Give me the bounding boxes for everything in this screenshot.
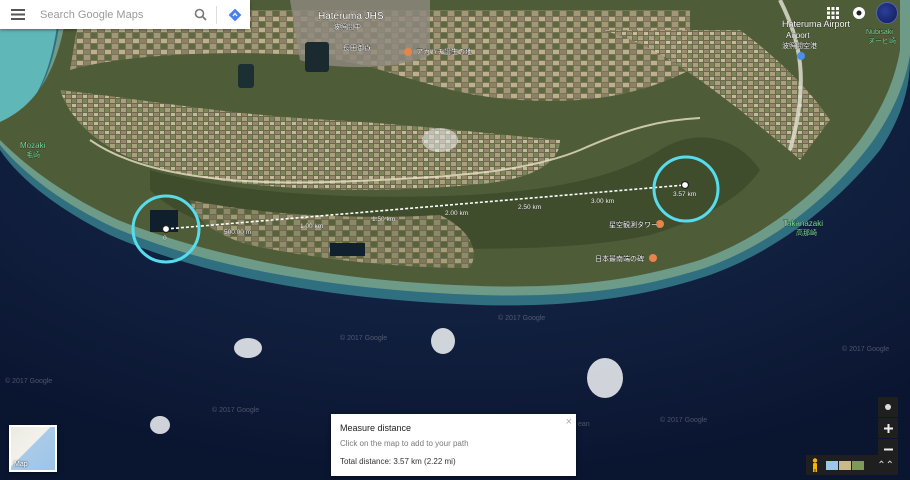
distance-marker-end: 3.57 km [673, 191, 696, 198]
directions-icon [228, 8, 242, 21]
measure-start-point[interactable] [161, 224, 171, 234]
account-controls [824, 0, 910, 26]
label-takanazaki-jp: 高那崎 [796, 228, 817, 237]
watermark-2: © 2017 Google [340, 334, 387, 342]
bottom-controls: ⌃⌃ [806, 455, 898, 475]
label-hateruma-jhs: Hateruma JHS [318, 11, 384, 22]
label-observatory: 星空観測タワー [609, 220, 658, 229]
search-input[interactable] [36, 0, 187, 29]
distance-marker-2km: 2.00 km [445, 210, 468, 217]
measure-total-distance: Total distance: 3.57 km (2.22 mi) [340, 457, 456, 466]
label-nubisaki: Nubisaki [866, 29, 893, 36]
map-layer-label: Map [14, 461, 28, 468]
label-airport-jp: 波照間空港 [782, 41, 817, 50]
distance-marker-0: 0 [163, 235, 167, 242]
pin-akahachi-icon[interactable] [404, 48, 412, 56]
distance-marker-3km: 3.00 km [591, 198, 614, 205]
label-takanazaki: Takanazaki [783, 219, 823, 228]
measure-hint: Click on the map to add to your path [340, 439, 469, 448]
cloud-2 [431, 328, 455, 354]
pegman-icon[interactable] [810, 458, 820, 472]
search-divider [216, 5, 217, 24]
watermark-7: ean [578, 421, 590, 428]
imagery-thumbnails[interactable] [826, 460, 864, 470]
pond-2 [305, 42, 329, 72]
zoom-controls [878, 397, 898, 460]
imagery-thumb-1[interactable] [826, 460, 838, 470]
cloud-1 [234, 338, 262, 358]
watermark-6: © 2017 Google [842, 345, 889, 353]
close-icon[interactable]: × [566, 416, 572, 428]
label-mozaki-jp: 毛崎 [26, 150, 40, 159]
map-layer-toggle[interactable]: Map [9, 425, 57, 472]
minus-icon [883, 448, 893, 450]
search-icon [194, 8, 207, 21]
measure-title: Measure distance [340, 423, 412, 433]
watermark-5: © 2017 Google [660, 416, 707, 424]
avatar[interactable] [876, 2, 898, 24]
pin-southernmost-icon[interactable] [649, 254, 657, 262]
expand-icon[interactable]: ⌃⌃ [877, 460, 894, 471]
pond-1 [238, 64, 254, 88]
cloud-4 [150, 416, 170, 434]
label-mozaki: Mozaki [20, 141, 46, 150]
hamburger-icon [11, 9, 25, 20]
watermark-4: © 2017 Google [212, 406, 259, 414]
watermark-1: © 2017 Google [498, 314, 545, 322]
imagery-thumb-3[interactable] [852, 460, 864, 470]
compass-icon [885, 404, 891, 410]
label-nubisaki-jp: ヌービ崎 [868, 36, 896, 45]
label-southernmost: 日本最南端の碑 [595, 254, 644, 263]
apps-button[interactable] [824, 4, 842, 22]
compass-button[interactable] [878, 397, 898, 417]
distance-marker-500m: 500.00 m [224, 229, 251, 236]
plus-icon [883, 423, 893, 433]
measure-end-point[interactable] [680, 180, 690, 190]
label-nagata: 長田御嶽 [343, 43, 371, 52]
notifications-button[interactable] [850, 4, 868, 22]
notifications-icon [853, 7, 865, 19]
distance-marker-2-5km: 2.50 km [518, 204, 541, 211]
menu-button[interactable] [0, 0, 36, 29]
label-hateruma-jhs-jp: 波照間中 [333, 22, 361, 31]
cloud-3 [587, 358, 623, 398]
measure-distance-card: × Measure distance Click on the map to a… [331, 414, 576, 476]
pond-4 [330, 243, 365, 256]
pin-airport-icon[interactable] [797, 52, 805, 60]
search-box [0, 0, 250, 29]
distance-marker-1-5km: 1.50 km [372, 216, 395, 223]
directions-button[interactable] [220, 0, 250, 29]
label-airport-name: Airport [786, 31, 810, 40]
imagery-thumb-2[interactable] [839, 460, 851, 470]
distance-marker-1km: 1.00 km [300, 223, 323, 230]
apps-grid-icon [827, 7, 839, 19]
satellite-map[interactable]: Hateruma JHS 波照間中 長田御嶽 アカハチ誕生の地 Hateruma… [0, 0, 910, 480]
label-akahachi: アカハチ誕生の地 [416, 47, 472, 56]
zoom-in-button[interactable] [878, 418, 898, 438]
watermark-3: © 2017 Google [5, 377, 52, 385]
cloud-5 [422, 128, 458, 152]
search-button[interactable] [187, 0, 213, 29]
